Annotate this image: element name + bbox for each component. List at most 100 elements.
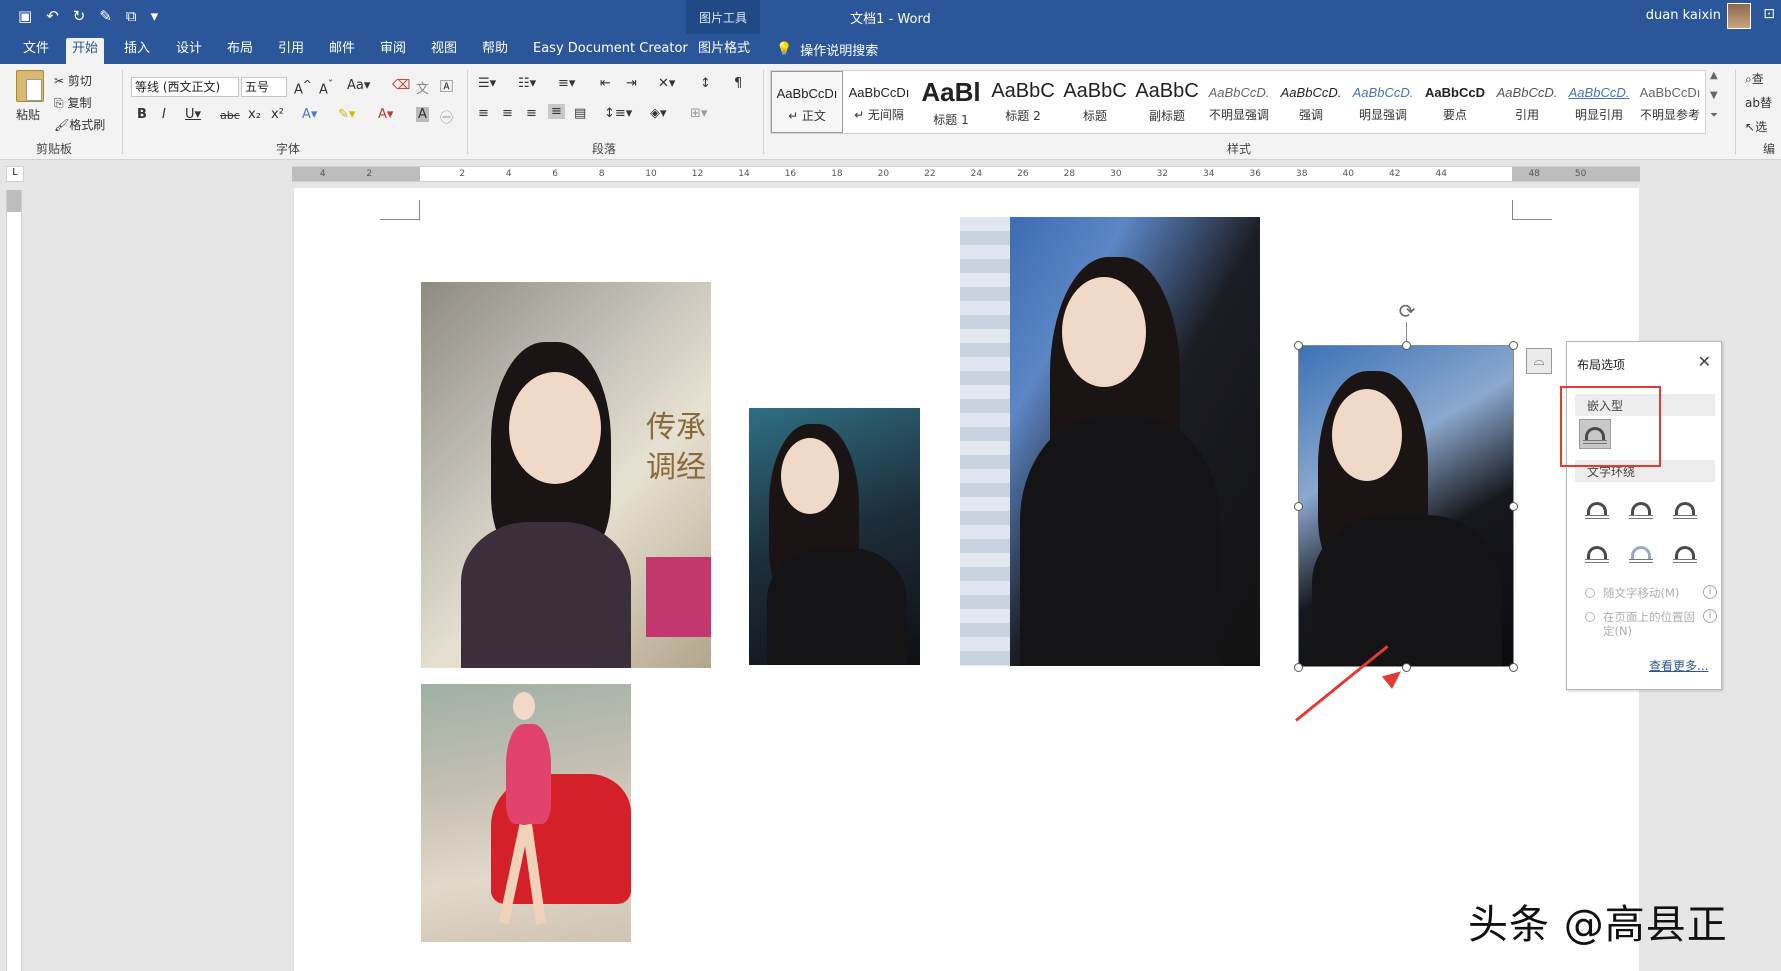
justify-icon[interactable]: ≡ <box>548 104 565 119</box>
align-right-icon[interactable]: ≡ <box>526 106 537 121</box>
ribbon-display-icon[interactable]: ⊡ <box>1763 6 1775 22</box>
align-left-icon[interactable]: ≡ <box>478 106 489 121</box>
info-icon[interactable]: i <box>1703 609 1717 623</box>
style-heading-1[interactable]: AaBl 标题 1 <box>915 71 987 133</box>
resize-handle-top-left[interactable] <box>1294 341 1303 350</box>
tab-help[interactable]: 帮助 <box>476 40 514 64</box>
vertical-ruler[interactable] <box>6 190 22 971</box>
find-button[interactable]: ⌕查 <box>1745 70 1764 87</box>
image-portrait-small[interactable] <box>749 408 920 665</box>
gallery-scroll-up-icon[interactable]: ▲ <box>1710 70 1718 81</box>
numbering-icon[interactable]: ☷▾ <box>518 76 536 91</box>
multilevel-list-icon[interactable]: ≡▾ <box>558 76 575 91</box>
style-intense-quote[interactable]: AaBbCcD. 明显引用 <box>1563 71 1635 133</box>
shrink-font-icon[interactable]: Aˇ <box>319 78 333 97</box>
resize-handle-top[interactable] <box>1402 341 1411 350</box>
layout-options-button[interactable]: ⌓ <box>1526 348 1552 374</box>
image-poster[interactable]: 传承 调经 <box>421 282 711 668</box>
style-quote[interactable]: AaBbCcD. 引用 <box>1491 71 1563 133</box>
phonetic-guide-icon[interactable]: 文 <box>416 78 429 97</box>
horizontal-ruler[interactable]: 4 2 2 4 6 8 10 12 14 16 18 20 22 24 26 28 30 32 34 36 38 40 42… <box>292 166 1640 182</box>
tab-layout[interactable]: 布局 <box>221 40 259 64</box>
image-car-photo[interactable] <box>421 684 631 942</box>
style-title[interactable]: AaBbC 标题 <box>1059 71 1131 133</box>
cut-button[interactable]: ✂ 剪切 <box>54 72 92 89</box>
resize-handle-left[interactable] <box>1294 502 1303 511</box>
borders-icon[interactable]: ⊞▾ <box>690 106 707 121</box>
style-emphasis[interactable]: AaBbCcD. 强调 <box>1275 71 1347 133</box>
underline-icon[interactable]: U▾ <box>185 107 201 122</box>
select-button[interactable]: ↖选 <box>1745 118 1767 135</box>
style-no-spacing[interactable]: AaBbCcDı ↵ 无间隔 <box>843 71 915 133</box>
style-heading-2[interactable]: AaBbC 标题 2 <box>987 71 1059 133</box>
italic-icon[interactable]: I <box>162 107 166 122</box>
superscript-icon[interactable]: x² <box>271 107 284 122</box>
style-strong[interactable]: AaBbCcD 要点 <box>1419 71 1491 133</box>
tab-easy-document-creator[interactable]: Easy Document Creator <box>527 40 694 64</box>
behind-text-option[interactable] <box>1625 538 1657 568</box>
font-size-combo[interactable]: 五号 <box>241 77 287 97</box>
line-spacing-icon[interactable]: ↕≡▾ <box>604 106 632 121</box>
rotate-handle-icon[interactable]: ⟳ <box>1396 300 1418 322</box>
strikethrough-icon[interactable]: abc <box>220 109 240 122</box>
char-shading-icon[interactable]: A <box>416 107 429 122</box>
wrap-through-option[interactable] <box>1669 494 1701 524</box>
bold-icon[interactable]: B <box>137 107 147 122</box>
avatar[interactable] <box>1727 3 1751 29</box>
align-center-icon[interactable]: ≡ <box>502 106 513 121</box>
style-subtitle[interactable]: AaBbC 副标题 <box>1131 71 1203 133</box>
subscript-icon[interactable]: x₂ <box>248 107 261 122</box>
distributed-icon[interactable]: ▤ <box>574 106 586 121</box>
fix-position-radio[interactable] <box>1585 612 1595 622</box>
format-painter-button[interactable]: 🖌格式刷 <box>54 116 105 133</box>
grow-font-icon[interactable]: A^ <box>294 78 312 97</box>
resize-handle-bottom[interactable] <box>1402 663 1411 672</box>
char-border-icon[interactable]: 🄰 <box>440 76 453 95</box>
tab-insert[interactable]: 插入 <box>118 40 156 64</box>
increase-indent-icon[interactable]: ⇥ <box>626 76 637 91</box>
style-normal[interactable]: AaBbCcDı ↵ 正文 <box>771 71 843 133</box>
font-color-icon[interactable]: A▾ <box>378 107 393 122</box>
wrap-top-bottom-option[interactable] <box>1581 538 1613 568</box>
in-front-of-text-option[interactable] <box>1669 538 1701 568</box>
clear-format-icon[interactable]: ⌫ <box>392 78 410 93</box>
resize-handle-top-right[interactable] <box>1509 341 1518 350</box>
paste-button[interactable]: 粘贴 <box>16 106 40 123</box>
replace-button[interactable]: ab替 <box>1745 94 1772 111</box>
gallery-more-icon[interactable]: ⏷ <box>1710 110 1718 121</box>
tab-references[interactable]: 引用 <box>272 40 310 64</box>
text-effects-icon[interactable]: A▾ <box>302 107 317 122</box>
chinese-layout-icon[interactable]: ✕▾ <box>658 76 675 91</box>
resize-handle-right[interactable] <box>1509 502 1518 511</box>
font-name-combo[interactable]: 等线 (西文正文) <box>131 77 239 97</box>
see-more-link[interactable]: 查看更多... <box>1649 657 1708 674</box>
change-case-icon[interactable]: Aa▾ <box>347 78 370 93</box>
image-portrait-large[interactable] <box>960 217 1260 666</box>
user-name[interactable]: duan kaixin <box>1646 8 1721 23</box>
paste-icon[interactable] <box>16 70 44 102</box>
info-icon[interactable]: i <box>1703 585 1717 599</box>
resize-handle-bottom-right[interactable] <box>1509 663 1518 672</box>
sort-icon[interactable]: ↕ <box>700 76 711 91</box>
tab-selector-icon[interactable]: L <box>6 166 24 182</box>
tab-review[interactable]: 审阅 <box>374 40 412 64</box>
show-marks-icon[interactable]: ¶ <box>734 76 742 91</box>
tab-design[interactable]: 设计 <box>170 40 208 64</box>
copy-button[interactable]: ⎘ 复制 <box>54 94 91 111</box>
tab-home[interactable]: 开始 <box>66 38 105 64</box>
tab-view[interactable]: 视图 <box>425 40 463 64</box>
style-subtle-emphasis[interactable]: AaBbCcD. 不明显强调 <box>1203 71 1275 133</box>
tab-file[interactable]: 文件 <box>17 40 55 64</box>
resize-handle-bottom-left[interactable] <box>1294 663 1303 672</box>
tell-me-search[interactable]: 💡 操作说明搜索 <box>776 40 878 59</box>
tab-mailings[interactable]: 邮件 <box>323 40 361 64</box>
move-with-text-radio[interactable] <box>1585 588 1595 598</box>
highlight-icon[interactable]: ✎▾ <box>338 107 355 122</box>
style-intense-emphasis[interactable]: AaBbCcD. 明显强调 <box>1347 71 1419 133</box>
wrap-square-option[interactable] <box>1581 494 1613 524</box>
tab-picture-format[interactable]: 图片格式 <box>692 40 756 64</box>
gallery-scroll-down-icon[interactable]: ▼ <box>1710 90 1718 101</box>
close-icon[interactable]: ✕ <box>1698 352 1711 371</box>
enclose-char-icon[interactable]: ㊀ <box>440 107 453 126</box>
decrease-indent-icon[interactable]: ⇤ <box>600 76 611 91</box>
